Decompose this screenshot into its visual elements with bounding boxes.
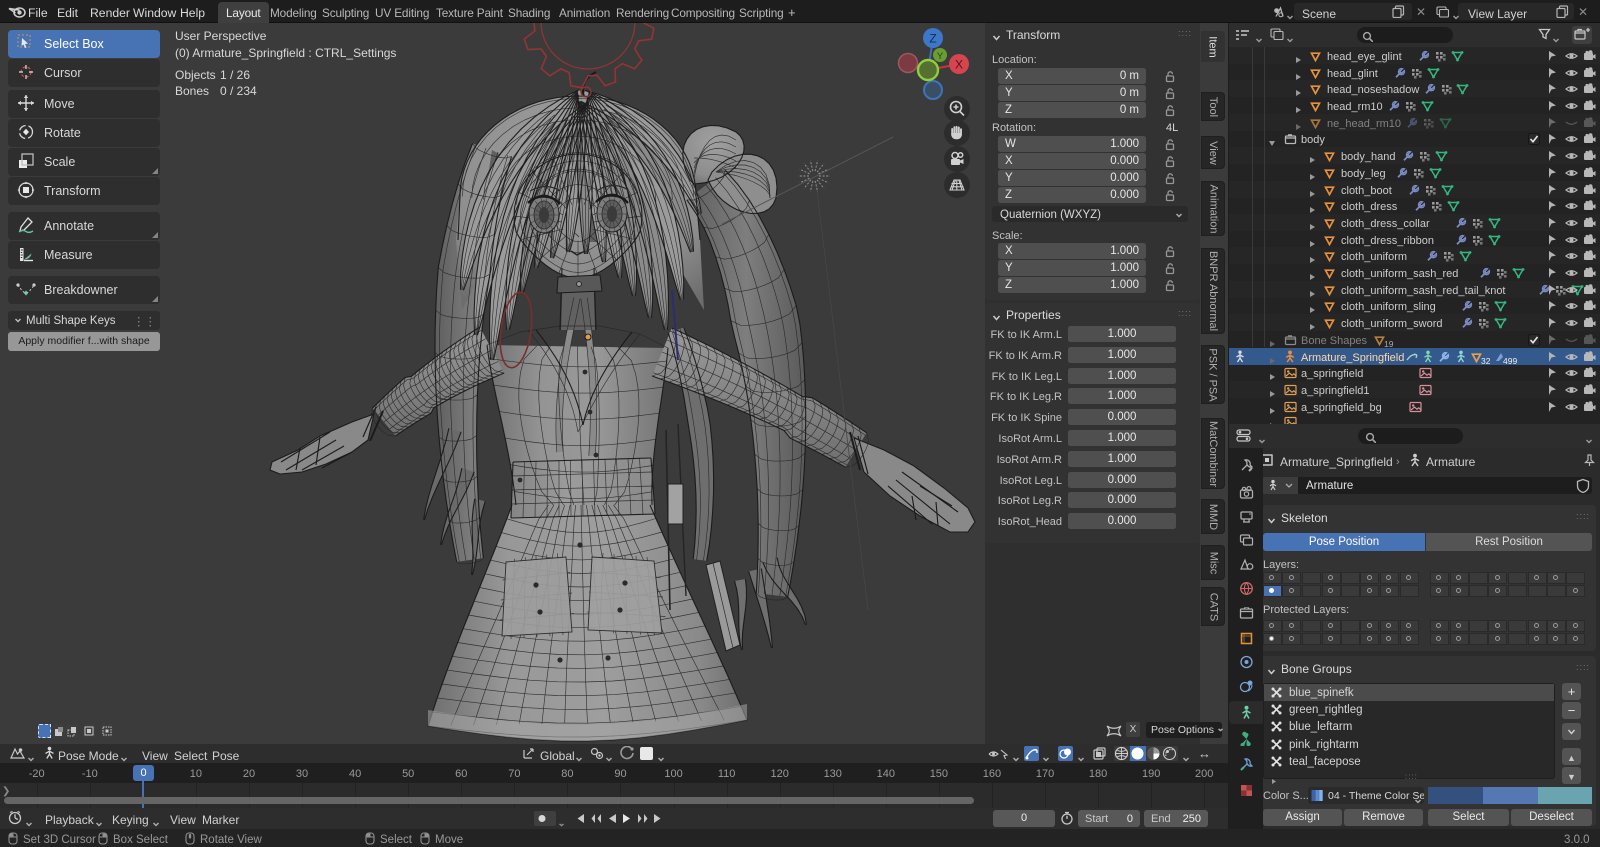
svg-text:Z: Z: [929, 32, 936, 46]
svg-text:X: X: [955, 58, 963, 72]
svg-text:Y: Y: [937, 51, 944, 62]
